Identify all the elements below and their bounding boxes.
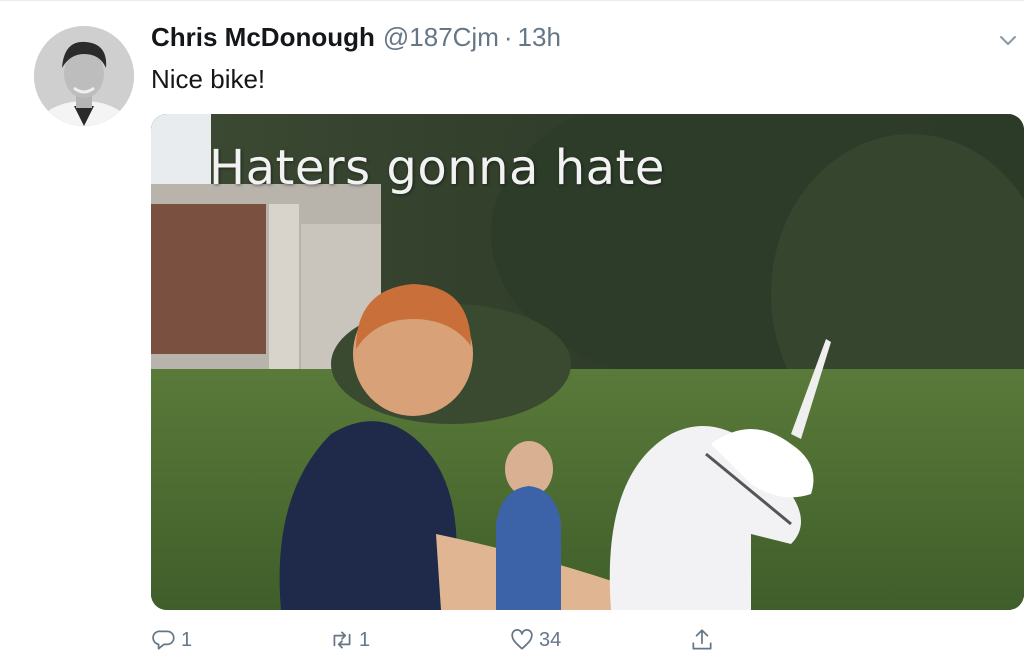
share-icon (692, 629, 712, 650)
chevron-down-icon[interactable] (998, 30, 1018, 50)
like-button[interactable]: 34 (509, 622, 561, 658)
author-name[interactable]: Chris McDonough (151, 22, 375, 53)
like-count: 34 (539, 628, 562, 651)
retweet-count: 1 (359, 628, 371, 651)
media-caption: Haters gonna hate (209, 140, 665, 196)
avatar-image (34, 26, 134, 126)
tweet-actions: 1 1 34 (151, 622, 731, 658)
retweet-icon (333, 631, 351, 649)
top-divider (0, 0, 1024, 1)
tweet-media[interactable]: Haters gonna hate (151, 114, 1024, 610)
tweet-text: Nice bike! (151, 64, 266, 94)
author-handle[interactable]: @187Cjm (383, 22, 499, 53)
reply-count: 1 (181, 628, 193, 651)
heart-icon (511, 629, 533, 650)
share-button[interactable] (689, 622, 715, 658)
reply-icon (152, 630, 175, 650)
tweet-header: Chris McDonough @187Cjm · 13h (151, 22, 561, 56)
header-separator: · (503, 22, 513, 52)
tweet-timestamp[interactable]: 13h (518, 22, 561, 53)
retweet-button[interactable]: 1 (329, 622, 370, 658)
reply-button[interactable]: 1 (151, 622, 192, 658)
avatar[interactable] (34, 26, 134, 126)
